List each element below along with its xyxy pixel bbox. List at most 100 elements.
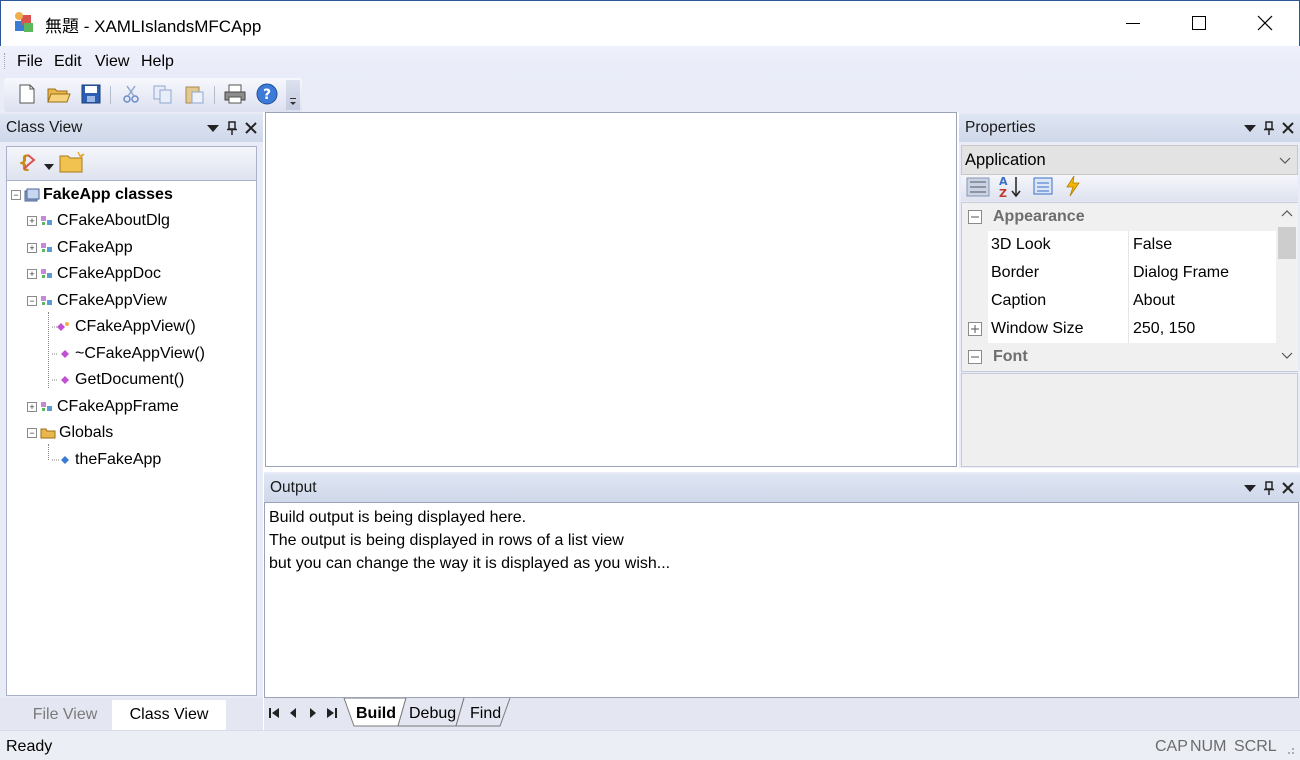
- property-pages-icon[interactable]: [1032, 176, 1054, 201]
- tab-class-view[interactable]: Class View: [112, 700, 226, 730]
- property-row[interactable]: 3D Look False: [962, 231, 1276, 259]
- tree-node-method[interactable]: ~CFakeAppView(): [52, 343, 205, 365]
- open-folder-icon[interactable]: [46, 82, 72, 106]
- method-icon: [52, 350, 69, 358]
- output-line: The output is being displayed in rows of…: [269, 532, 624, 549]
- tab-build[interactable]: Build: [356, 705, 396, 723]
- collapse-icon[interactable]: [968, 210, 982, 229]
- expand-icon[interactable]: +: [27, 402, 37, 412]
- close-button[interactable]: [1232, 0, 1298, 46]
- save-icon[interactable]: [78, 82, 104, 106]
- object-selector-combo[interactable]: Application: [961, 145, 1298, 175]
- paste-icon[interactable]: [182, 82, 208, 106]
- tree-node-folder[interactable]: − Globals: [27, 422, 113, 444]
- column-divider: [1128, 287, 1129, 315]
- tree-node-label: Globals: [59, 424, 114, 441]
- expand-icon[interactable]: +: [27, 216, 37, 226]
- scroll-indicator: SCRL: [1234, 738, 1277, 755]
- minimize-button[interactable]: [1100, 0, 1166, 46]
- close-icon[interactable]: [1282, 122, 1294, 134]
- tree-node-class[interactable]: + CFakeAppDoc: [27, 263, 161, 285]
- menu-file[interactable]: File: [17, 53, 43, 71]
- tree-node-label: CFakeAppFrame: [57, 398, 179, 415]
- menu-help[interactable]: Help: [141, 53, 174, 71]
- svg-text:?: ?: [263, 87, 271, 103]
- menu-edit[interactable]: Edit: [54, 53, 82, 71]
- tab-debug[interactable]: Debug: [409, 705, 456, 723]
- sort-classes-icon[interactable]: {: [16, 150, 42, 174]
- sort-alpha-icon[interactable]: AZ: [998, 174, 1024, 203]
- property-value[interactable]: False: [1133, 236, 1172, 254]
- sort-dropdown-icon[interactable]: [44, 158, 54, 176]
- collapse-icon[interactable]: −: [27, 428, 37, 438]
- tree-node-root[interactable]: − FakeApp classes: [11, 184, 173, 206]
- expand-icon[interactable]: [968, 322, 982, 341]
- new-folder-icon[interactable]: [58, 150, 86, 179]
- property-grid[interactable]: Appearance 3D Look False Border Dialog F…: [961, 202, 1298, 372]
- last-tab-icon[interactable]: [326, 706, 338, 725]
- document-view[interactable]: [265, 112, 957, 467]
- copy-icon[interactable]: [150, 82, 176, 106]
- collapse-icon[interactable]: [968, 350, 982, 369]
- events-icon[interactable]: [1064, 175, 1082, 202]
- status-bar: [0, 730, 1300, 760]
- first-tab-icon[interactable]: [268, 706, 280, 725]
- help-icon[interactable]: ?: [254, 82, 280, 106]
- row-gutter: [962, 259, 988, 287]
- classes-icon: [24, 188, 40, 202]
- app-icon: [12, 10, 36, 34]
- close-icon[interactable]: [245, 122, 257, 134]
- close-icon[interactable]: [1282, 482, 1294, 494]
- property-value[interactable]: Dialog Frame: [1133, 264, 1229, 282]
- resize-grip-icon[interactable]: [1282, 742, 1296, 760]
- chevron-down-icon[interactable]: [1279, 153, 1291, 171]
- tree-node-class[interactable]: + CFakeAppFrame: [27, 396, 179, 418]
- class-icon: [41, 402, 52, 411]
- tab-find[interactable]: Find: [470, 705, 501, 723]
- property-category-font[interactable]: Font: [962, 343, 1276, 371]
- next-tab-icon[interactable]: [308, 706, 318, 725]
- maximize-button[interactable]: [1166, 0, 1232, 46]
- collapse-icon[interactable]: −: [27, 296, 37, 306]
- output-list[interactable]: Build output is being displayed here. Th…: [264, 502, 1299, 698]
- pin-icon[interactable]: [226, 121, 238, 135]
- tree-node-method[interactable]: GetDocument(): [52, 369, 184, 391]
- tab-file-view[interactable]: File View: [20, 700, 110, 730]
- category-label: Appearance: [993, 208, 1085, 225]
- output-line: Build output is being displayed here.: [269, 509, 527, 526]
- property-grid-scrollbar[interactable]: [1276, 203, 1298, 371]
- cut-icon[interactable]: [118, 82, 144, 106]
- toolbar-overflow-button[interactable]: [286, 80, 300, 110]
- tree-node-class[interactable]: + CFakeAboutDlg: [27, 210, 170, 232]
- pin-icon[interactable]: [1263, 481, 1275, 495]
- pin-icon[interactable]: [1263, 121, 1275, 135]
- menu-view[interactable]: View: [95, 53, 129, 71]
- property-row[interactable]: Border Dialog Frame: [962, 259, 1276, 287]
- tree-node-class[interactable]: + CFakeApp: [27, 237, 133, 259]
- categorized-icon[interactable]: [966, 176, 990, 203]
- output-header: Output: [264, 474, 1300, 502]
- scroll-up-icon[interactable]: [1281, 209, 1293, 219]
- expand-icon[interactable]: +: [27, 243, 37, 253]
- property-value[interactable]: About: [1133, 292, 1175, 310]
- property-category-appearance[interactable]: Appearance: [962, 203, 1276, 231]
- tree-node-class[interactable]: − CFakeAppView: [27, 290, 167, 312]
- method-icon: [52, 376, 69, 384]
- properties-title: Properties: [965, 119, 1036, 136]
- dropdown-icon[interactable]: [207, 123, 219, 133]
- dropdown-icon[interactable]: [1244, 483, 1256, 493]
- new-file-icon[interactable]: [14, 82, 40, 106]
- print-icon[interactable]: [222, 82, 248, 106]
- prev-tab-icon[interactable]: [288, 706, 298, 725]
- scroll-down-icon[interactable]: [1281, 351, 1293, 361]
- scroll-thumb[interactable]: [1278, 227, 1296, 259]
- property-row[interactable]: Caption About: [962, 287, 1276, 315]
- folder-icon: [40, 428, 56, 439]
- tree-node-variable[interactable]: theFakeApp: [52, 449, 161, 471]
- property-value[interactable]: 250, 150: [1133, 320, 1195, 338]
- expand-icon[interactable]: +: [27, 269, 37, 279]
- property-row[interactable]: Window Size 250, 150: [962, 315, 1276, 343]
- collapse-icon[interactable]: −: [11, 190, 21, 200]
- dropdown-icon[interactable]: [1244, 123, 1256, 133]
- tree-node-method[interactable]: CFakeAppView(): [52, 316, 196, 338]
